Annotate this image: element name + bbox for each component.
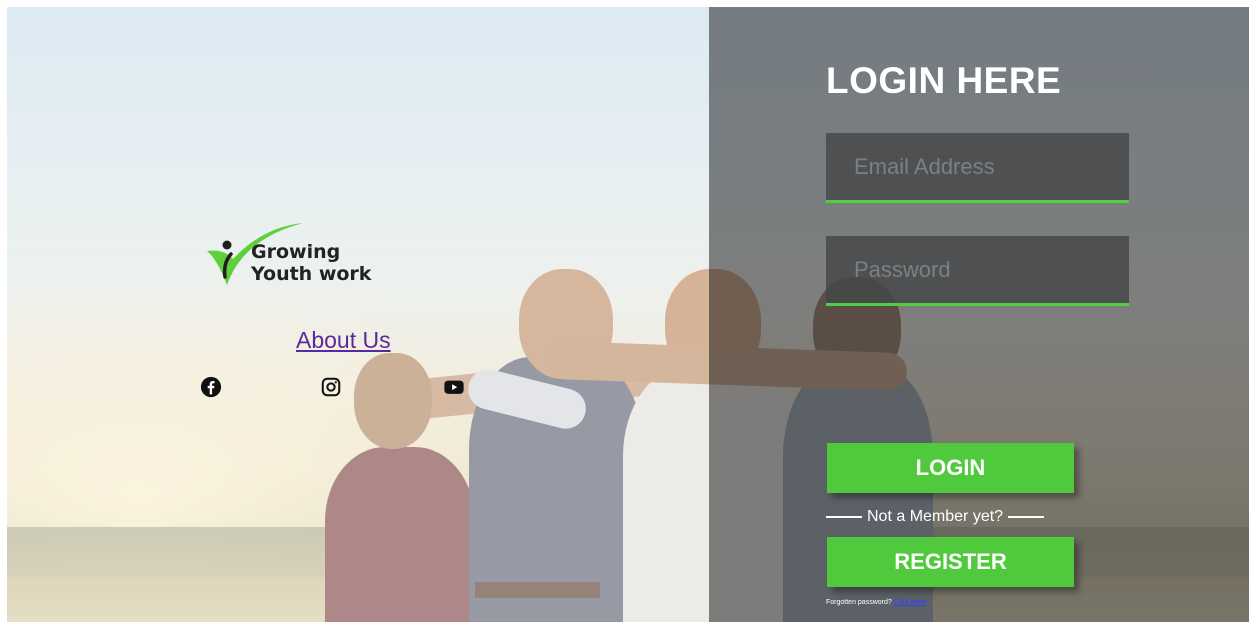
password-field[interactable] <box>826 236 1129 306</box>
login-page: Growing Youth work About Us LOGIN HERE L… <box>7 7 1249 622</box>
brand-name: Growing Youth work <box>251 241 371 285</box>
not-member-text: Not a Member yet? <box>867 508 1004 525</box>
divider-line-left <box>826 516 862 518</box>
youtube-icon[interactable] <box>443 376 465 398</box>
email-field[interactable] <box>826 133 1129 203</box>
left-overlay <box>7 7 709 622</box>
brand-logo: Growing Youth work <box>203 219 403 299</box>
forgot-password-link[interactable]: Click here! <box>894 599 927 606</box>
forgot-password-row: Forgotten password? Click here! <box>826 599 927 606</box>
forgot-password-text: Forgotten password? <box>826 599 892 606</box>
member-divider: Not a Member yet? <box>826 507 1056 527</box>
about-us-link[interactable]: About Us <box>296 327 391 354</box>
divider-line-right <box>1008 516 1045 518</box>
login-title: LOGIN HERE <box>826 60 1062 101</box>
instagram-icon[interactable] <box>320 376 342 398</box>
brand-line-2: Youth work <box>251 263 372 285</box>
register-button[interactable]: REGISTER <box>827 537 1074 587</box>
brand-line-1: Growing <box>251 241 341 263</box>
facebook-icon[interactable] <box>200 376 222 398</box>
login-button[interactable]: LOGIN <box>827 443 1074 493</box>
